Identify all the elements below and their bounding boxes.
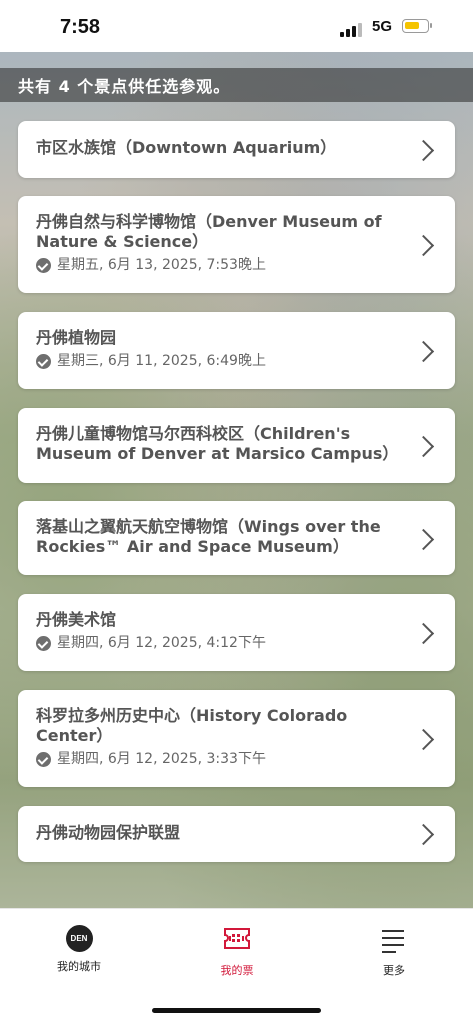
attraction-card-nature-science[interactable]: 丹佛自然与科学博物馆（Denver Museum of Nature & Sci…: [18, 196, 455, 293]
attraction-title: 丹佛儿童博物馆马尔西科校区（Children's Museum of Denve…: [36, 424, 399, 463]
nav-my-city-label: 我的城市: [57, 960, 101, 973]
chevron-right-icon: [412, 435, 435, 458]
chevron-right-icon: [412, 528, 435, 551]
attraction-title: 丹佛自然与科学博物馆（Denver Museum of Nature & Sci…: [36, 212, 382, 251]
attraction-card-botanic-gardens[interactable]: 丹佛植物园 星期三, 6月 11, 2025, 6:49晚上: [18, 312, 455, 389]
nav-my-tickets-label: 我的票: [220, 964, 254, 977]
visited-status: 星期五, 6月 13, 2025, 7:53晚上: [36, 256, 266, 274]
check-circle-icon: [36, 353, 51, 369]
visited-status: 星期三, 6月 11, 2025, 6:49晚上: [36, 352, 266, 370]
visited-status: 星期四, 6月 12, 2025, 4:12下午: [36, 634, 266, 652]
check-circle-icon: [36, 635, 51, 651]
chevron-right-icon: [412, 234, 435, 257]
attraction-title: 市区水族馆（Downtown Aquarium）: [36, 138, 337, 157]
status-time: 7:58: [60, 16, 101, 38]
chevron-right-icon: [412, 340, 435, 363]
attraction-title: 科罗拉多州历史中心（History Colorado Center）: [36, 706, 348, 745]
chevron-right-icon: [412, 139, 435, 162]
attraction-card-history-colorado[interactable]: 科罗拉多州历史中心（History Colorado Center） 星期四, …: [18, 690, 455, 787]
visited-timestamp: 星期四, 6月 12, 2025, 3:33下午: [57, 751, 266, 767]
nav-my-tickets[interactable]: 我的票: [192, 925, 282, 978]
chevron-right-icon: [412, 622, 435, 645]
attraction-title: 丹佛植物园: [36, 328, 117, 347]
attraction-title: 丹佛动物园保护联盟: [36, 823, 181, 842]
status-bar: 7:58 5G: [0, 0, 473, 52]
attraction-count-banner: 共有 4 个景点供任选参观。: [0, 68, 473, 102]
home-indicator: [152, 1008, 321, 1013]
nav-more-label: 更多: [383, 964, 405, 977]
attraction-title: 落基山之翼航天航空博物馆（Wings over the Rockies™ Air…: [36, 517, 381, 556]
visited-timestamp: 星期四, 6月 12, 2025, 4:12下午: [57, 635, 266, 651]
ticket-icon: [222, 925, 252, 952]
attraction-count-text: 共有 4 个景点供任选参观。: [18, 77, 231, 96]
check-circle-icon: [36, 257, 51, 273]
nav-more[interactable]: 更多: [349, 925, 439, 978]
attraction-card-downtown-aquarium[interactable]: 市区水族馆（Downtown Aquarium）: [18, 121, 455, 178]
visited-timestamp: 星期五, 6月 13, 2025, 7:53晚上: [57, 257, 266, 273]
attraction-card-childrens-museum[interactable]: 丹佛儿童博物馆马尔西科校区（Children's Museum of Denve…: [18, 408, 455, 483]
city-badge-icon: DEN: [65, 925, 93, 952]
visited-timestamp: 星期三, 6月 11, 2025, 6:49晚上: [57, 353, 266, 369]
signal-icon: [340, 19, 366, 37]
nav-my-city[interactable]: DEN 我的城市: [34, 925, 124, 974]
bottom-navigation: DEN 我的城市 我的票 更多: [0, 908, 473, 1024]
chevron-right-icon: [412, 823, 435, 846]
chevron-right-icon: [412, 728, 435, 751]
attraction-title: 丹佛美术馆: [36, 610, 117, 629]
attraction-card-art-museum[interactable]: 丹佛美术馆 星期四, 6月 12, 2025, 4:12下午: [18, 594, 455, 671]
attraction-card-wings-over-rockies[interactable]: 落基山之翼航天航空博物馆（Wings over the Rockies™ Air…: [18, 501, 455, 575]
visited-status: 星期四, 6月 12, 2025, 3:33下午: [36, 750, 266, 768]
network-type: 5G: [372, 18, 393, 35]
menu-icon: [382, 925, 406, 953]
battery-icon: [402, 19, 432, 33]
check-circle-icon: [36, 751, 51, 767]
attraction-card-zoo[interactable]: 丹佛动物园保护联盟: [18, 806, 455, 862]
